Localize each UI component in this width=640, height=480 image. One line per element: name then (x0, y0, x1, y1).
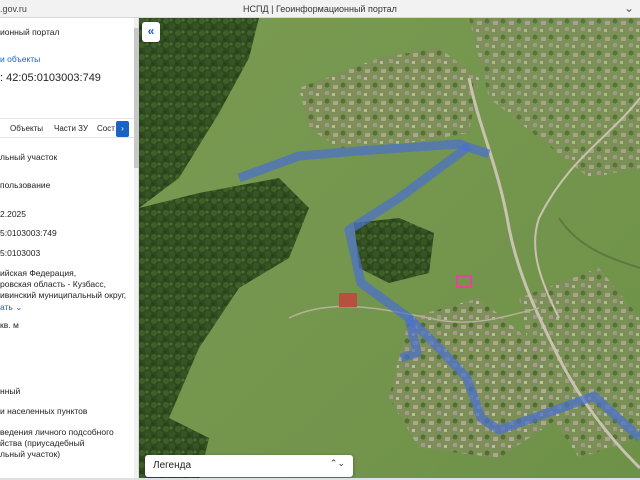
field-category: и населенных пунктов (0, 406, 88, 416)
tab-objects[interactable]: Объекты (10, 124, 43, 133)
legend-label: Легенда (153, 460, 192, 471)
field-address-line2: ровская область - Кузбасс, (0, 279, 107, 289)
field-object-type: льный участок (0, 152, 58, 162)
chevron-down-icon[interactable]: ⌄ (624, 1, 634, 15)
objects-link[interactable]: и объекты (0, 54, 40, 64)
cadastral-header: : 42:05:0103003:749 (0, 72, 101, 84)
satellite-map[interactable] (139, 18, 640, 480)
field-area: кв. м (0, 320, 19, 330)
field-usage: пользование (0, 180, 51, 190)
field-status: нный (0, 386, 21, 396)
show-more-link[interactable]: ать ⌄ (0, 302, 22, 313)
tab-scroll-right-button[interactable]: › (116, 121, 129, 137)
portal-title: ионный портал (0, 27, 60, 37)
field-date: 2.2025 (0, 209, 26, 219)
field-permitted-use-line1: ведения личного подсобного (0, 427, 114, 437)
window-title: НСПД | Геоинформационный портал (243, 4, 397, 14)
collapse-sidebar-button[interactable]: « (142, 22, 160, 42)
tab-bar: Объекты Части ЗУ Сост › (0, 118, 134, 138)
field-permitted-use-line2: йства (приусадебный (0, 438, 85, 448)
building-red (339, 293, 357, 307)
field-address-line3: ивинский муниципальный округ, (0, 290, 127, 300)
field-quarter: 5:0103003 (0, 248, 41, 258)
field-address-line1: ийская Федерация, (0, 268, 77, 278)
map-imagery (139, 18, 640, 480)
legend-panel[interactable]: Легенда ⌃⌄ (145, 455, 353, 477)
chevron-down-icon: ⌄ (15, 302, 23, 312)
chevron-updown-icon: ⌃⌄ (329, 458, 345, 468)
tab-parts[interactable]: Части ЗУ (54, 124, 88, 133)
field-permitted-use-line3: льный участок) (0, 449, 61, 459)
browser-titlebar: .gov.ru НСПД | Геоинформационный портал … (0, 0, 640, 18)
info-sidebar: ионный портал и объекты : 42:05:0103003:… (0, 18, 134, 480)
show-more-label: ать (0, 302, 13, 312)
tab-composition[interactable]: Сост (97, 124, 115, 133)
field-cad-number: 5:0103003:749 (0, 228, 57, 238)
